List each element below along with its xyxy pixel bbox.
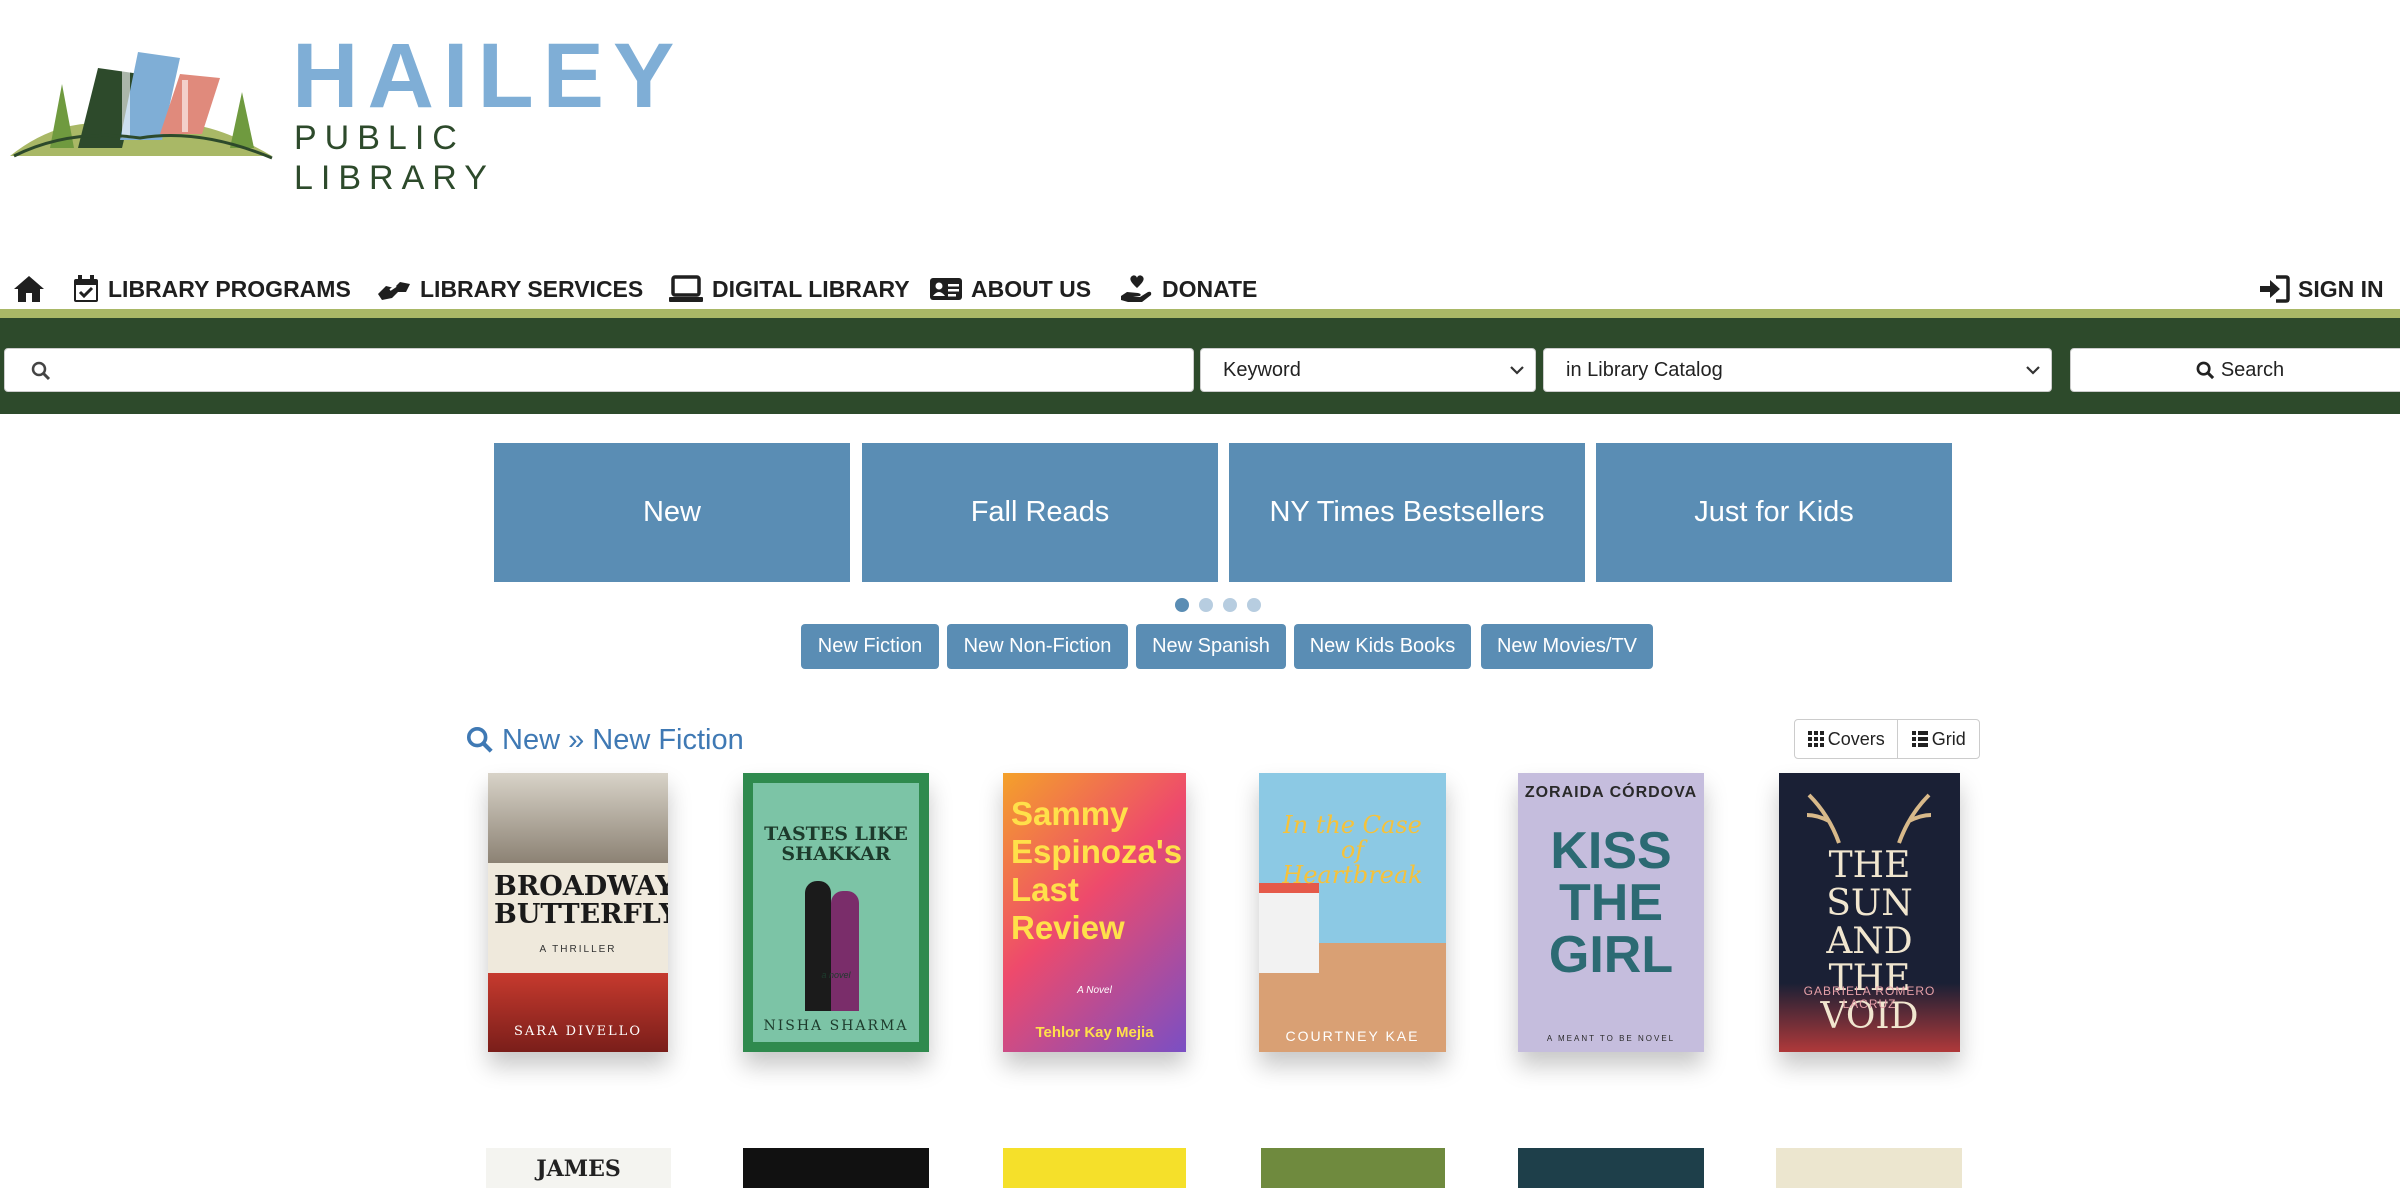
nav-library-services-label: LIBRARY SERVICES xyxy=(420,275,644,302)
book-cover-sammy-espinozas-last-review[interactable]: Sammy Espinoza's Last Review A Novel Teh… xyxy=(1003,773,1186,1052)
book-title: KISS THE GIRL xyxy=(1548,822,1674,984)
nav-donate-label: DONATE xyxy=(1162,275,1258,302)
book-author: SARA DIVELLO xyxy=(514,1024,642,1039)
laptop-icon xyxy=(669,275,703,302)
book-cover-row2-4[interactable] xyxy=(1261,1148,1445,1188)
carousel-dot-4[interactable] xyxy=(1247,598,1261,612)
list-icon xyxy=(1911,731,1928,747)
book-subtitle: A THRILLER xyxy=(539,944,617,955)
nav-library-programs-label: LIBRARY PROGRAMS xyxy=(108,275,351,302)
search-icon xyxy=(466,726,493,753)
nav-sign-in[interactable]: SIGN IN xyxy=(2258,270,2384,308)
nav-library-programs[interactable]: LIBRARY PROGRAMS xyxy=(72,270,351,308)
cover-figure xyxy=(831,891,859,1011)
search-icon xyxy=(2196,361,2214,379)
grid-icon xyxy=(1807,731,1824,747)
book-title: TASTES LIKE SHAKKAR xyxy=(764,823,908,865)
library-logo[interactable]: HAILEY PUBLIC LIBRARY xyxy=(10,30,674,197)
chevron-down-icon xyxy=(1510,366,1524,375)
results-title-link[interactable]: New » New Fiction xyxy=(466,720,744,760)
subcategory-new-movies-tv-button[interactable]: New Movies/TV xyxy=(1481,624,1653,669)
carousel-tile-ny-times-bestsellers[interactable]: NY Times Bestsellers xyxy=(1229,443,1585,582)
book-cover-in-the-case-of-heartbreak[interactable]: In the Case of Heartbreak COURTNEY KAE xyxy=(1259,773,1446,1052)
book-author: GABRIELA ROMERO LACRUZ xyxy=(1803,984,1936,1011)
book-author: ZORAIDA CÓRDOVA xyxy=(1524,784,1698,801)
book-cover-row2-1[interactable]: JAMES xyxy=(486,1148,671,1188)
nav-donate[interactable]: DONATE xyxy=(1120,270,1257,308)
book-cover-row2-3[interactable] xyxy=(1003,1148,1186,1188)
view-grid-label: Grid xyxy=(1931,728,1966,749)
carousel-tile-fall-reads[interactable]: Fall Reads xyxy=(862,443,1218,582)
logo-title: HAILEY xyxy=(292,25,684,127)
calendar-check-icon xyxy=(74,275,98,302)
book-title: In the Case of Heartbreak xyxy=(1282,811,1423,890)
nav-about-us-label: ABOUT US xyxy=(971,275,1092,302)
results-title-text: New » New Fiction xyxy=(502,723,744,756)
book-cover-the-sun-and-the-void[interactable]: THE SUN AND THE VOID GABRIELA ROMERO LAC… xyxy=(1779,773,1960,1052)
carousel-tile-new[interactable]: New xyxy=(494,443,850,582)
search-scope-value: in Library Catalog xyxy=(1566,358,1723,381)
book-subtitle: A MEANT TO BE NOVEL xyxy=(1546,1034,1676,1043)
search-input[interactable] xyxy=(65,353,1179,389)
carousel-tile-just-for-kids[interactable]: Just for Kids xyxy=(1596,443,1952,582)
book-author: COURTNEY KAE xyxy=(1285,1028,1420,1044)
sign-in-icon xyxy=(2260,275,2290,303)
view-grid-button[interactable]: Grid xyxy=(1898,720,1979,758)
book-cover-row2-6[interactable] xyxy=(1776,1148,1962,1188)
book-cover-kiss-the-girl[interactable]: ZORAIDA CÓRDOVA KISS THE GIRL A MEANT TO… xyxy=(1518,773,1704,1052)
hand-holding-heart-icon xyxy=(1121,275,1152,302)
subcategory-new-fiction-button[interactable]: New Fiction xyxy=(801,624,939,669)
subcategory-new-non-fiction-button[interactable]: New Non-Fiction xyxy=(947,624,1128,669)
logo-subtitle: PUBLIC LIBRARY xyxy=(294,119,495,197)
book-title: BROADWAY BUTTERFLY xyxy=(494,871,668,931)
chevron-down-icon xyxy=(2026,366,2040,375)
view-covers-button[interactable]: Covers xyxy=(1795,720,1899,758)
carousel-dot-1[interactable] xyxy=(1175,598,1189,612)
subcategory-new-kids-books-button[interactable]: New Kids Books xyxy=(1294,624,1471,669)
search-button-label: Search xyxy=(2220,358,2285,381)
view-covers-label: Covers xyxy=(1827,728,1885,749)
book-cover-row2-5[interactable] xyxy=(1518,1148,1704,1188)
book-title: Sammy Espinoza's Last Review xyxy=(1011,795,1183,946)
search-type-value: Keyword xyxy=(1223,358,1301,381)
nav-home[interactable] xyxy=(12,270,54,308)
book-cover-broadway-butterfly[interactable]: BROADWAY BUTTERFLY A THRILLER SARA DIVEL… xyxy=(488,773,668,1052)
cover-photo xyxy=(488,773,668,863)
search-type-select[interactable]: Keyword xyxy=(1200,348,1536,392)
main-navigation: LIBRARY PROGRAMS LIBRARY SERVICES DIGITA… xyxy=(0,270,2400,310)
cover-figure xyxy=(805,881,831,1011)
search-button[interactable]: Search xyxy=(2070,348,2400,392)
nav-digital-library[interactable]: DIGITAL LIBRARY xyxy=(668,270,910,308)
view-toggle: Covers Grid xyxy=(1794,719,1980,759)
cover-building xyxy=(1259,883,1319,973)
nav-library-services[interactable]: LIBRARY SERVICES xyxy=(376,270,643,308)
carousel-dot-2[interactable] xyxy=(1199,598,1213,612)
search-scope-select[interactable]: in Library Catalog xyxy=(1543,348,2052,392)
carousel-dot-3[interactable] xyxy=(1223,598,1237,612)
nav-about-us[interactable]: ABOUT US xyxy=(929,270,1091,308)
search-icon xyxy=(31,361,51,381)
subcategory-new-spanish-button[interactable]: New Spanish xyxy=(1136,624,1286,669)
book-author: NISHA SHARMA xyxy=(763,1018,909,1034)
id-card-icon xyxy=(930,278,962,300)
book-cover-tastes-like-shakkar[interactable]: TASTES LIKE SHAKKAR a novel NISHA SHARMA xyxy=(743,773,929,1052)
book-subtitle: A Novel xyxy=(1077,985,1112,996)
nav-sign-in-label: SIGN IN xyxy=(2298,275,2384,302)
home-icon xyxy=(14,276,44,302)
search-box[interactable] xyxy=(4,348,1194,392)
hands-helping-icon xyxy=(378,282,410,300)
book-author: Tehlor Kay Mejia xyxy=(1035,1024,1154,1041)
book-subtitle: a novel xyxy=(821,970,851,980)
book-cover-row2-2[interactable] xyxy=(743,1148,929,1188)
cover-antlers xyxy=(1806,793,1932,844)
nav-digital-library-label: DIGITAL LIBRARY xyxy=(712,275,910,302)
logo-mountains-books-graphic xyxy=(10,52,273,160)
cover-red-band xyxy=(488,973,668,1052)
